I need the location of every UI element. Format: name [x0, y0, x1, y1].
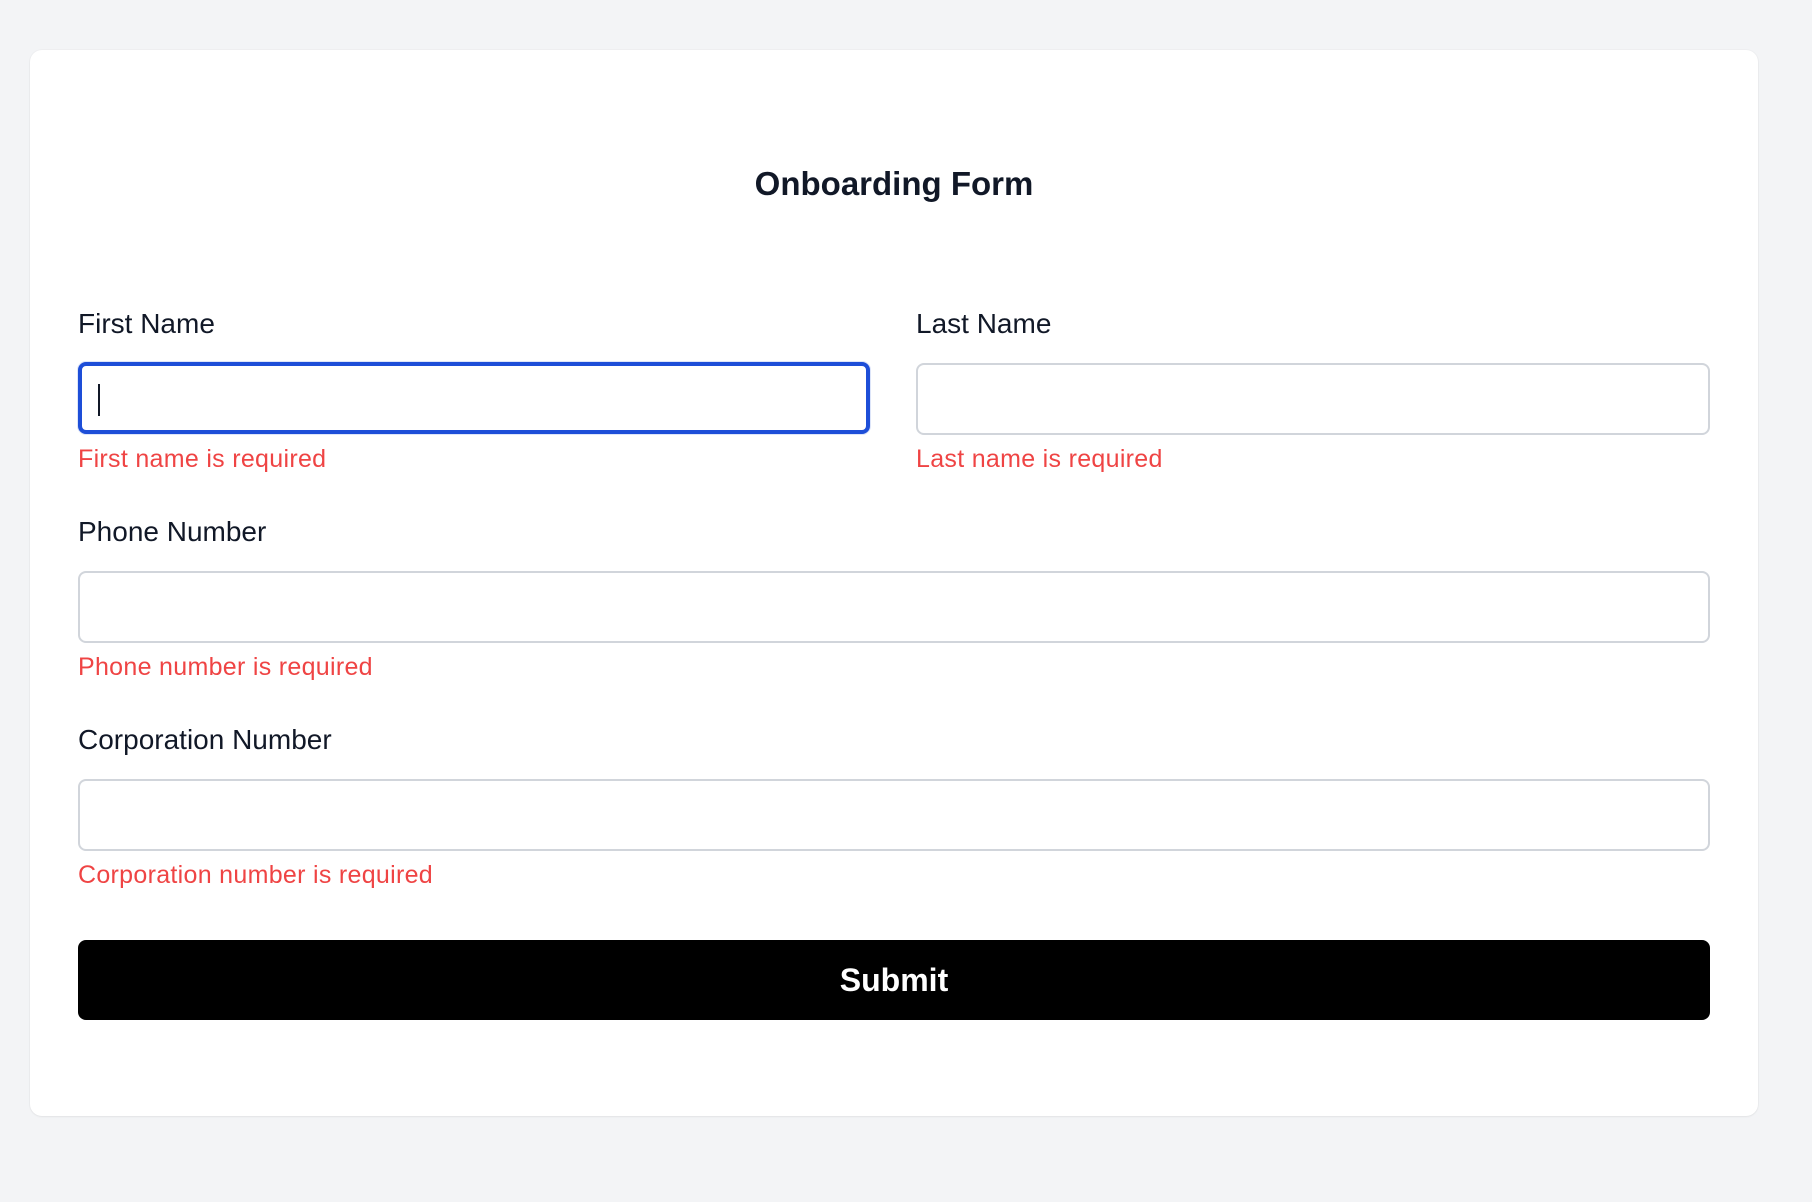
phone-number-error: Phone number is required — [78, 653, 373, 681]
phone-number-input[interactable] — [78, 571, 1710, 643]
submit-button[interactable]: Submit — [78, 940, 1710, 1020]
last-name-error: Last name is required — [916, 445, 1163, 473]
onboarding-form-card: Onboarding Form First Name First name is… — [30, 50, 1758, 1116]
phone-number-label: Phone Number — [78, 516, 267, 547]
form-title: Onboarding Form — [754, 165, 1034, 202]
first-name-input[interactable] — [78, 362, 870, 434]
last-name-input[interactable] — [916, 363, 1710, 435]
first-name-error: First name is required — [78, 445, 327, 473]
corporation-number-input[interactable] — [78, 779, 1710, 851]
last-name-label: Last Name — [916, 308, 1052, 339]
corporation-number-label: Corporation Number — [78, 724, 332, 755]
first-name-label: First Name — [78, 308, 215, 339]
corporation-number-error: Corporation number is required — [78, 861, 434, 889]
text-caret — [98, 384, 100, 416]
